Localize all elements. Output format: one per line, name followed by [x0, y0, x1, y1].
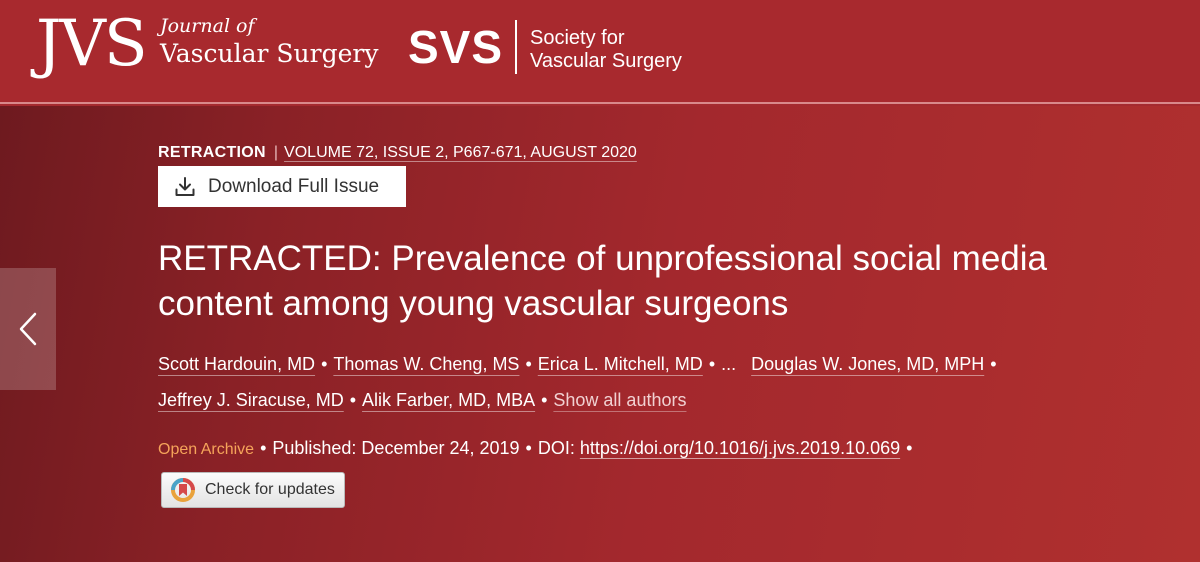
svs-name-line2: Vascular Surgery: [530, 50, 682, 72]
jvs-logo[interactable]: JVS: [36, 4, 148, 84]
svs-name-line1: Society for: [530, 27, 625, 49]
download-icon: [175, 176, 195, 196]
info-separator: •: [260, 438, 267, 458]
site-header: JVS Journal of Vascular Surgery SVS Soci…: [0, 0, 1200, 104]
article-type: RETRACTION: [158, 144, 266, 161]
author-separator: •: [321, 354, 328, 374]
article-meta: RETRACTION | VOLUME 72, ISSUE 2, P667-671,…: [158, 143, 637, 163]
check-for-updates-button[interactable]: Check for updates: [161, 472, 345, 508]
author-separator: •: [708, 354, 716, 374]
author-link[interactable]: Scott Hardouin, MD: [158, 354, 315, 374]
author-list: Scott Hardouin, MD • Thomas W. Cheng, MS • E…: [158, 346, 1148, 418]
author-link[interactable]: Erica L. Mitchell, MD: [538, 354, 703, 374]
author-separator: •: [990, 354, 997, 374]
svs-society-name[interactable]: Society for Vascular Surgery: [530, 27, 682, 73]
jvs-journal-name[interactable]: Journal of Vascular Surgery: [160, 14, 378, 70]
author-link[interactable]: Douglas W. Jones, MD, MPH: [751, 354, 984, 374]
download-label: Download Full Issue: [208, 175, 380, 197]
published-date: Published: December 24, 2019: [272, 438, 520, 458]
meta-separator: |: [273, 144, 279, 161]
svs-logo[interactable]: SVS: [408, 22, 503, 72]
article-title: RETRACTED: Prevalence of unprofessional …: [158, 239, 1047, 323]
info-separator: •: [525, 438, 532, 458]
author-separator: •: [541, 390, 548, 410]
author-link[interactable]: Thomas W. Cheng, MS: [333, 354, 519, 374]
author-ellipsis: ...: [721, 354, 737, 374]
info-separator: •: [906, 438, 913, 458]
open-archive-badge: Open Archive: [158, 441, 255, 458]
chevron-left-icon: [19, 312, 37, 346]
previous-article-button[interactable]: [0, 268, 56, 390]
check-updates-label: Check for updates: [205, 481, 335, 498]
doi-link[interactable]: https://doi.org/10.1016/j.jvs.2019.10.06…: [580, 438, 900, 458]
author-link[interactable]: Alik Farber, MD, MBA: [362, 390, 535, 410]
author-separator: •: [349, 390, 357, 410]
author-separator: •: [525, 354, 532, 374]
publication-info: Open Archive • Published: December 24, 201…: [158, 437, 918, 461]
volume-issue-link[interactable]: VOLUME 72, ISSUE 2, P667-671, AUGUST 202…: [284, 144, 637, 161]
download-full-issue-button[interactable]: Download Full Issue: [158, 166, 406, 207]
jvs-name-line2: Vascular Surgery: [160, 39, 379, 68]
author-link[interactable]: Jeffrey J. Siracuse, MD: [158, 390, 344, 410]
show-all-authors-link[interactable]: Show all authors: [553, 390, 686, 410]
crossmark-icon: [171, 478, 195, 502]
jvs-name-line1: Journal of: [160, 15, 255, 37]
logo-divider: [515, 20, 517, 74]
doi-label: DOI:: [537, 438, 575, 458]
